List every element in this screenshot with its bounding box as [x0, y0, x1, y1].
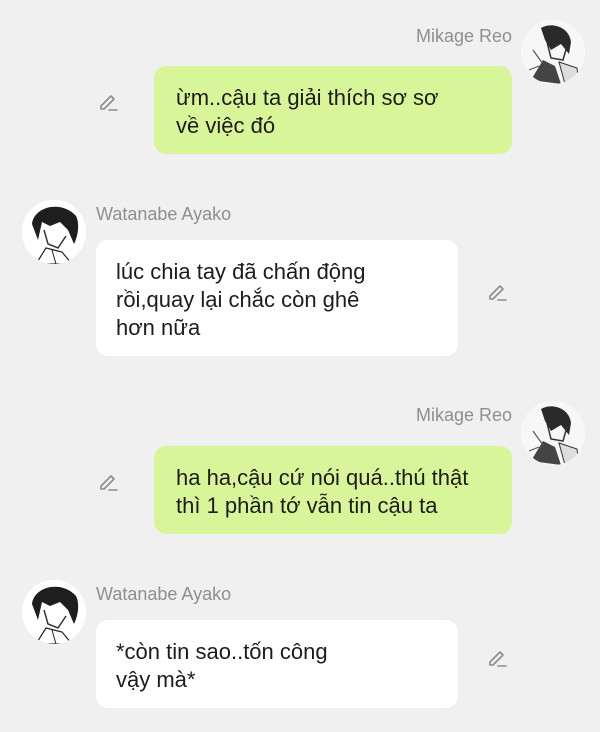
pencil-edit-icon [489, 285, 507, 301]
sender-name: Mikage Reo [415, 26, 512, 46]
pencil-edit-icon [100, 475, 118, 491]
manga-avatar-icon [521, 401, 585, 465]
sender-name: Mikage Reo [415, 405, 512, 425]
message-bubble[interactable]: ha ha,cậu cứ nói quá..thú thật thì 1 phầ… [154, 446, 512, 534]
manga-avatar-icon [22, 580, 86, 644]
message-bubble[interactable]: ừm..cậu ta giải thích sơ sơ về việc đó [154, 66, 512, 154]
avatar-reo[interactable] [521, 20, 585, 84]
avatar-reo[interactable] [521, 401, 585, 465]
edit-icon[interactable] [486, 646, 508, 668]
message-bubble[interactable]: *còn tin sao..tốn công vậy mà* [96, 620, 458, 708]
edit-icon[interactable] [486, 280, 508, 302]
sender-name: Watanabe Ayako [96, 204, 232, 224]
edit-icon[interactable] [97, 470, 119, 492]
avatar-ayako[interactable] [22, 200, 86, 264]
avatar-ayako[interactable] [22, 580, 86, 644]
manga-avatar-icon [521, 20, 585, 84]
manga-avatar-icon [22, 200, 86, 264]
message-bubble[interactable]: lúc chia tay đã chấn động rồi,quay lại c… [96, 240, 458, 356]
pencil-edit-icon [100, 95, 118, 111]
pencil-edit-icon [489, 651, 507, 667]
edit-icon[interactable] [97, 90, 119, 112]
sender-name: Watanabe Ayako [96, 584, 232, 604]
